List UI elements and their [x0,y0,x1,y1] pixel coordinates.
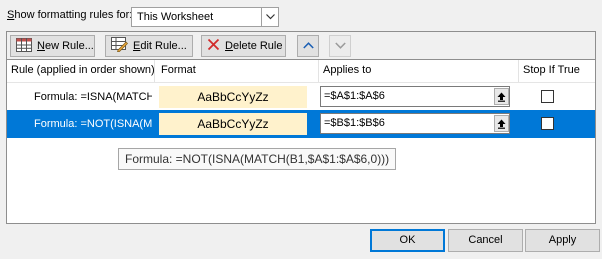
collapse-dialog-icon[interactable] [494,115,509,132]
chevron-down-icon[interactable] [261,8,278,26]
apply-button[interactable]: Apply [525,229,600,252]
new-rule-label: New Rule... [37,40,94,52]
scope-dropdown-value: This Worksheet [137,11,214,23]
ok-button[interactable]: OK [370,229,445,252]
format-preview: AaBbCcYyZz [159,113,307,135]
collapse-dialog-icon[interactable] [494,88,509,105]
rule-tooltip: Formula: =NOT(ISNA(MATCH(B1,$A$1:$A$6,0)… [118,148,397,170]
show-rules-label: Show formatting rules for: [7,9,133,21]
rules-toolbar: New Rule... Edit Rule... Delete Rule [6,31,596,59]
scope-dropdown[interactable]: This Worksheet [131,7,279,27]
cancel-button[interactable]: Cancel [448,229,523,252]
column-header-applies-to[interactable]: Applies to [319,60,519,82]
rule-row[interactable]: Formula: =ISNA(MATCH(... AaBbCcYyZz =$A$… [7,83,595,111]
rules-grid: Rule (applied in order shown) Format App… [6,59,596,224]
new-rule-button[interactable]: New Rule... [10,35,95,57]
move-up-button[interactable] [297,35,319,57]
stop-if-true-checkbox[interactable] [541,117,554,130]
chevron-down-icon [334,40,346,52]
rule-row-selected[interactable]: Formula: =NOT(ISNA(M... AaBbCcYyZz =$B$1… [7,110,595,138]
rule-description: Formula: =NOT(ISNA(M... [34,118,152,130]
format-preview: AaBbCcYyZz [159,86,307,108]
edit-rule-button[interactable]: Edit Rule... [105,35,193,57]
column-header-stop-if-true[interactable]: Stop If True [519,60,596,82]
column-header-rule[interactable]: Rule (applied in order shown) [7,60,155,82]
edit-rule-label: Edit Rule... [133,40,187,52]
edit-rule-icon [111,37,133,55]
applies-to-value: =$A$1:$A$6 [324,90,385,102]
delete-rule-label: Delete Rule [225,40,283,52]
delete-x-icon [207,38,225,54]
move-down-button[interactable] [329,35,351,57]
applies-to-value: =$B$1:$B$6 [324,117,385,129]
chevron-up-icon [302,40,314,52]
applies-to-field[interactable]: =$B$1:$B$6 [320,113,510,134]
rule-description: Formula: =ISNA(MATCH(... [34,91,152,103]
column-header-format[interactable]: Format [157,60,319,82]
stop-if-true-checkbox[interactable] [541,90,554,103]
applies-to-field[interactable]: =$A$1:$A$6 [320,86,510,107]
delete-rule-button[interactable]: Delete Rule [201,35,286,57]
new-rule-icon [16,37,37,55]
